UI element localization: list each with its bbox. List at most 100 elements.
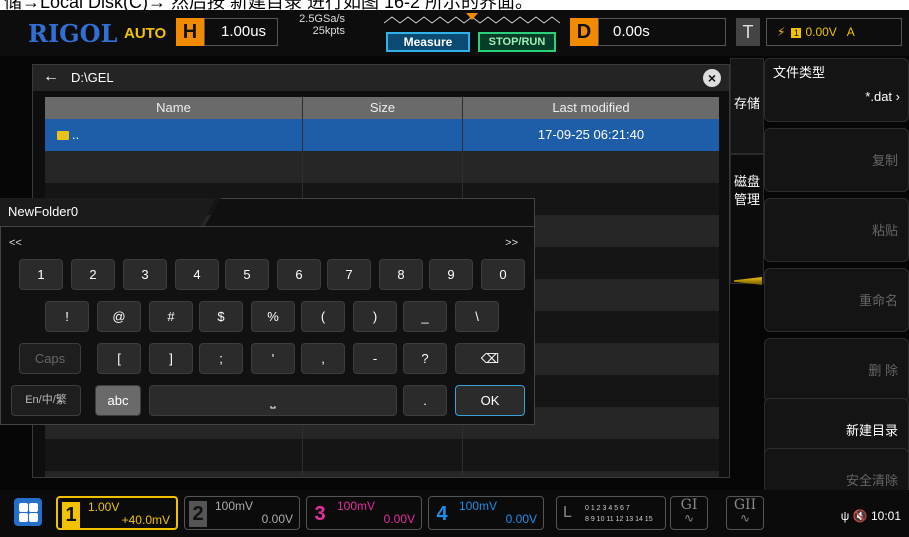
caption-text: 储→Local Disk(C)→ 然后按 新建目录 进行如图 16-2 所示的界…: [4, 0, 534, 10]
file-type-label: 文件类型: [773, 65, 826, 80]
keyboard-prev-button[interactable]: <<: [9, 237, 22, 249]
key-rbracket[interactable]: ]: [149, 343, 193, 374]
abc-key[interactable]: abc: [95, 385, 141, 416]
table-row: [45, 439, 719, 471]
key-hash[interactable]: #: [149, 301, 193, 332]
file-size-cell: [303, 119, 463, 151]
key-lparen[interactable]: (: [301, 301, 345, 332]
logic-analyzer-box[interactable]: L 0 1 2 3 4 5 6 7 8 9 10 11 12 13 14 15: [556, 496, 666, 530]
key-quote[interactable]: ': [251, 343, 295, 374]
column-name[interactable]: Name: [45, 97, 303, 119]
dialog-header: ← D:\GEL ×: [33, 65, 729, 91]
key-4[interactable]: 4: [175, 259, 219, 290]
key-percent[interactable]: %: [251, 301, 295, 332]
ch2-offset: 0.00V: [261, 512, 293, 526]
la-line1: 0 1 2 3 4 5 6 7: [585, 505, 630, 512]
softkey-menu: 文件类型 *.dat › 复制 粘贴 重命名 删 除 新建目录 安全清除: [764, 58, 909, 512]
key-1[interactable]: 1: [19, 259, 63, 290]
memory-depth: 25kpts: [312, 25, 345, 37]
rename-softkey[interactable]: 重命名: [764, 268, 909, 332]
ch4-number: 4: [436, 503, 448, 525]
table-row: [45, 151, 719, 183]
key-0[interactable]: 0: [481, 259, 525, 290]
space-icon: ⎵: [270, 393, 276, 408]
copy-softkey[interactable]: 复制: [764, 128, 909, 192]
delay-value[interactable]: 0.00s: [598, 18, 726, 46]
language-switch-key[interactable]: En/中/繁: [11, 385, 81, 416]
key-at[interactable]: @: [97, 301, 141, 332]
la-label: L: [563, 504, 572, 521]
timebase-value[interactable]: 1.00us: [204, 18, 278, 46]
column-size[interactable]: Size: [303, 97, 463, 119]
ch3-offset: 0.00V: [383, 512, 415, 526]
key-semicolon[interactable]: ;: [199, 343, 243, 374]
trigger-icon[interactable]: T: [736, 18, 760, 46]
delete-softkey[interactable]: 删 除: [764, 338, 909, 402]
key-dollar[interactable]: $: [199, 301, 243, 332]
tab-storage[interactable]: 存储: [730, 58, 764, 154]
table-row: [45, 471, 719, 477]
virtual-keyboard: << >> 1 2 3 4 5 6 7 8 9 0 ! @ # $ % ( ) …: [0, 226, 535, 425]
key-rparen[interactable]: ): [353, 301, 397, 332]
tab-disk-manage[interactable]: 磁盘管理: [730, 154, 764, 284]
space-key[interactable]: ⎵: [149, 385, 397, 416]
key-8[interactable]: 8: [379, 259, 423, 290]
status-area: ψ 🔇 10:01: [841, 509, 901, 523]
backspace-key[interactable]: ⌫: [455, 343, 525, 374]
key-comma[interactable]: ,: [301, 343, 345, 374]
ch1-number: 1: [62, 502, 80, 528]
top-status-bar: RIGOL AUTO H 1.00us 2.5GSa/s 25kpts Meas…: [0, 10, 909, 56]
stop-run-button[interactable]: STOP/RUN: [478, 32, 556, 52]
caps-key[interactable]: Caps: [19, 343, 81, 374]
paste-softkey[interactable]: 粘贴: [764, 198, 909, 262]
close-icon[interactable]: ×: [703, 69, 721, 87]
key-9[interactable]: 9: [429, 259, 473, 290]
trigger-channel: 1: [791, 28, 802, 38]
sine-icon: ∿: [739, 511, 751, 525]
key-backslash[interactable]: \: [455, 301, 499, 332]
key-7[interactable]: 7: [327, 259, 371, 290]
sample-rate: 2.5GSa/s: [299, 13, 345, 25]
side-tab-strip: 存储 磁盘管理: [730, 58, 764, 418]
trigger-level: 0.00V: [805, 25, 837, 39]
channel-3-box[interactable]: 3 100mV 0.00V: [306, 496, 422, 530]
horizontal-icon[interactable]: H: [176, 18, 204, 46]
rising-edge-icon: ⚡: [777, 25, 786, 39]
generator-1-box[interactable]: GI ∿: [670, 496, 708, 530]
delay-icon[interactable]: D: [570, 18, 598, 46]
key-dot[interactable]: .: [403, 385, 447, 416]
key-6[interactable]: 6: [277, 259, 321, 290]
document-caption: 储→Local Disk(C)→ 然后按 新建目录 进行如图 16-2 所示的界…: [0, 0, 909, 10]
current-path: D:\GEL: [71, 70, 114, 85]
table-row[interactable]: .. 17-09-25 06:21:40: [45, 119, 719, 151]
key-3[interactable]: 3: [123, 259, 167, 290]
file-type-softkey[interactable]: 文件类型 *.dat ›: [764, 58, 909, 122]
keyboard-input-field[interactable]: NewFolder0: [0, 198, 216, 226]
trigger-settings[interactable]: ⚡ 1 0.00V A: [766, 18, 902, 46]
measure-button[interactable]: Measure: [386, 32, 470, 52]
ok-key[interactable]: OK: [455, 385, 525, 416]
usb-icon: ψ: [840, 509, 850, 523]
key-exclaim[interactable]: !: [45, 301, 89, 332]
folder-icon: [57, 131, 69, 141]
key-5[interactable]: 5: [225, 259, 269, 290]
file-table-header: Name Size Last modified: [45, 97, 719, 119]
trigger-mode: A: [846, 25, 855, 39]
file-modified-cell: 17-09-25 06:21:40: [537, 127, 645, 142]
keyboard-next-button[interactable]: >>: [505, 237, 518, 249]
generator-2-box[interactable]: GII ∿: [726, 496, 764, 530]
back-arrow-icon[interactable]: ←: [43, 68, 59, 86]
column-modified[interactable]: Last modified: [463, 97, 719, 119]
bottom-channel-bar: 1 1.00V +40.0mV 2 100mV 0.00V 3 100mV 0.…: [0, 490, 909, 537]
key-2[interactable]: 2: [71, 259, 115, 290]
channel-2-box[interactable]: 2 100mV 0.00V: [184, 496, 300, 530]
home-icon[interactable]: [14, 498, 42, 526]
ch2-number: 2: [189, 501, 207, 527]
channel-1-box[interactable]: 1 1.00V +40.0mV: [56, 496, 178, 530]
key-question[interactable]: ?: [403, 343, 447, 374]
key-lbracket[interactable]: [: [97, 343, 141, 374]
channel-4-box[interactable]: 4 100mV 0.00V: [428, 496, 544, 530]
key-underscore[interactable]: _: [403, 301, 447, 332]
la-line2: 8 9 10 11 12 13 14 15: [585, 516, 653, 523]
key-minus[interactable]: -: [353, 343, 397, 374]
